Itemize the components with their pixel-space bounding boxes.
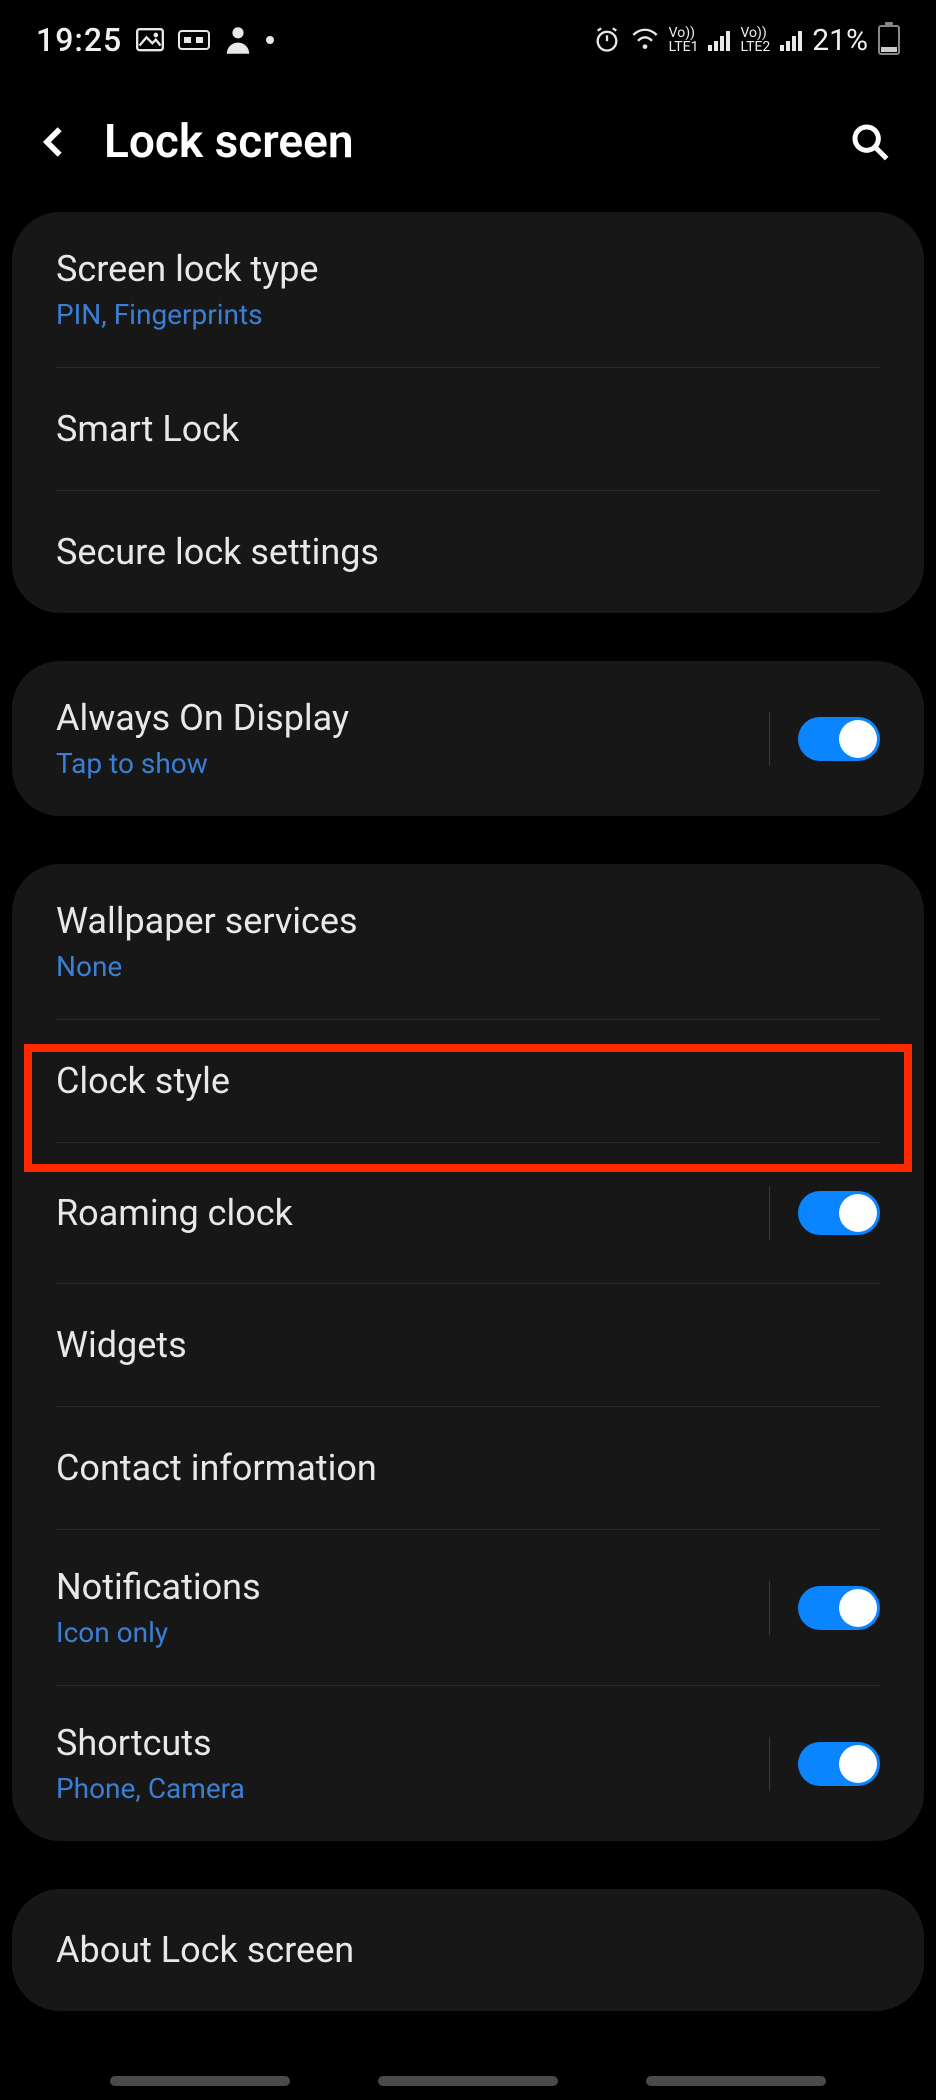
secure-lock-settings-row[interactable]: Secure lock settings xyxy=(12,491,924,613)
lte2-indicator: Vo)) LTE2 xyxy=(740,26,770,54)
home-button[interactable] xyxy=(378,2076,558,2086)
toggle-separator xyxy=(769,1186,770,1240)
toggle-separator xyxy=(769,1581,770,1635)
always-on-display-row[interactable]: Always On Display Tap to show xyxy=(12,661,924,816)
page-header: Lock screen xyxy=(0,72,936,212)
contact-information-row[interactable]: Contact information xyxy=(12,1407,924,1529)
smart-lock-title: Smart Lock xyxy=(56,408,239,450)
about-group-card: About Lock screen xyxy=(12,1889,924,2011)
alarm-icon xyxy=(593,30,621,50)
about-lock-screen-row[interactable]: About Lock screen xyxy=(12,1889,924,2011)
aod-title: Always On Display xyxy=(56,697,349,739)
aod-sub: Tap to show xyxy=(56,747,349,780)
signal-2-icon xyxy=(780,29,802,51)
wallpaper-services-sub: None xyxy=(56,950,358,983)
notifications-toggle[interactable] xyxy=(798,1586,880,1630)
image-indicator-icon xyxy=(136,30,164,50)
recents-button[interactable] xyxy=(110,2076,290,2086)
secure-lock-settings-title: Secure lock settings xyxy=(56,531,379,573)
toggle-separator xyxy=(769,712,770,766)
toggle-separator xyxy=(769,1737,770,1791)
back-nav-button[interactable] xyxy=(646,2076,826,2086)
status-bar: 19:25 Vo)) LTE1 xyxy=(0,0,936,72)
widgets-title: Widgets xyxy=(56,1324,187,1366)
notifications-sub: Icon only xyxy=(56,1616,261,1649)
roaming-clock-toggle[interactable] xyxy=(798,1191,880,1235)
status-time: 19:25 xyxy=(36,21,122,59)
notifications-title: Notifications xyxy=(56,1566,261,1608)
system-nav-bar xyxy=(0,2076,936,2086)
signal-1-icon xyxy=(708,29,730,51)
clock-style-row[interactable]: Clock style xyxy=(12,1020,924,1142)
back-button[interactable] xyxy=(24,112,84,172)
aod-toggle[interactable] xyxy=(798,717,880,761)
wallpaper-services-row[interactable]: Wallpaper services None xyxy=(12,864,924,1019)
wifi-icon xyxy=(631,30,659,50)
screen-lock-type-row[interactable]: Screen lock type PIN, Fingerprints xyxy=(12,212,924,367)
about-lock-screen-title: About Lock screen xyxy=(56,1929,354,1971)
search-icon xyxy=(850,122,890,162)
shortcuts-title: Shortcuts xyxy=(56,1722,245,1764)
widgets-row[interactable]: Widgets xyxy=(12,1284,924,1406)
shortcuts-row[interactable]: Shortcuts Phone, Camera xyxy=(12,1686,924,1841)
screen-lock-type-sub: PIN, Fingerprints xyxy=(56,298,319,331)
search-button[interactable] xyxy=(840,112,900,172)
display-group-card: Wallpaper services None Clock style Roam… xyxy=(12,864,924,1841)
chevron-left-icon xyxy=(37,125,71,159)
more-indicator-dot xyxy=(266,36,274,44)
clock-style-title: Clock style xyxy=(56,1060,230,1102)
roaming-clock-title: Roaming clock xyxy=(56,1192,293,1234)
smart-lock-row[interactable]: Smart Lock xyxy=(12,368,924,490)
contact-information-title: Contact information xyxy=(56,1447,377,1489)
shortcuts-toggle[interactable] xyxy=(798,1742,880,1786)
person-indicator-icon xyxy=(224,30,252,50)
security-group-card: Screen lock type PIN, Fingerprints Smart… xyxy=(12,212,924,613)
screen-lock-type-title: Screen lock type xyxy=(56,248,319,290)
lte1-indicator: Vo)) LTE1 xyxy=(669,26,699,54)
shortcuts-sub: Phone, Camera xyxy=(56,1772,245,1805)
wallpaper-services-title: Wallpaper services xyxy=(56,900,358,942)
cc-indicator-icon xyxy=(178,30,210,50)
battery-icon xyxy=(878,25,900,55)
battery-percent: 21% xyxy=(812,23,868,58)
notifications-row[interactable]: Notifications Icon only xyxy=(12,1530,924,1685)
roaming-clock-row[interactable]: Roaming clock xyxy=(12,1143,924,1283)
page-title: Lock screen xyxy=(104,115,820,169)
aod-group-card: Always On Display Tap to show xyxy=(12,661,924,816)
